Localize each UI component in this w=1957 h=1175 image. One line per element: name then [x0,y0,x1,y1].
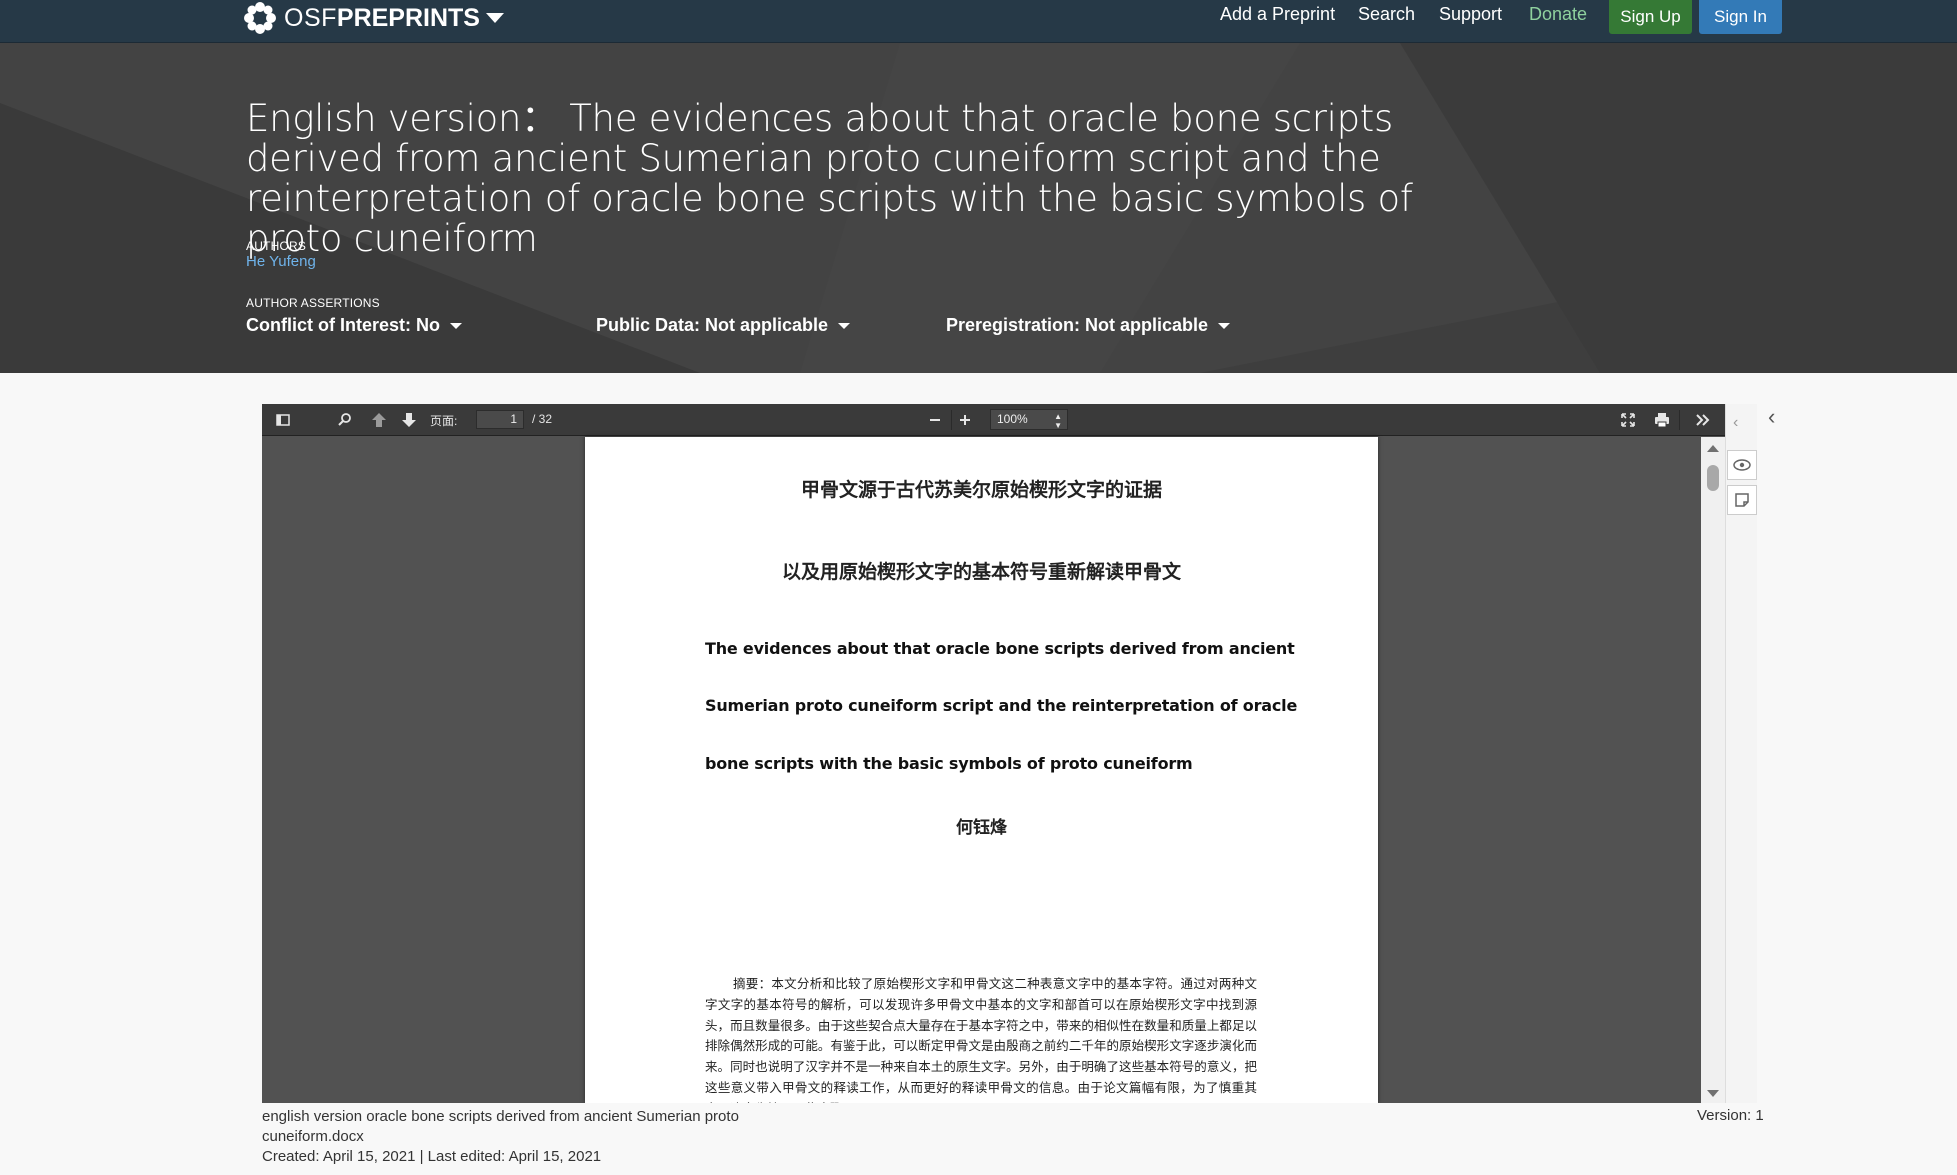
add-preprint-link[interactable]: Add a Preprint [1220,4,1335,25]
caret-down-icon [1218,322,1231,329]
file-dates: Created: April 15, 2021 | Last edited: A… [262,1148,602,1165]
page-number-input[interactable]: 1 [476,410,524,429]
previous-page-icon[interactable] [370,411,388,429]
pdf-viewer: 页面: 1 / 32 100% ▲▼ 甲骨文源于古代苏美尔原始楔形文字的证据 [262,404,1725,1103]
eye-icon [1733,459,1751,471]
english-title-line-1: The evidences about that oracle bone scr… [705,639,1295,658]
new-note-button[interactable] [1727,485,1757,515]
sign-in-button[interactable]: Sign In [1699,0,1782,34]
search-link[interactable]: Search [1358,4,1415,25]
tools-icon[interactable] [1694,411,1712,429]
chinese-title-line-1: 甲骨文源于古代苏美尔原始楔形文字的证据 [800,479,1162,501]
annotation-side-panel [1725,404,1757,1103]
preprint-title: English version： The evidences about tha… [246,97,1413,260]
scroll-up-arrow-icon[interactable] [1707,445,1719,452]
chinese-title-line-2: 以及用原始楔形文字的基本符号重新解读甲骨文 [781,561,1181,583]
preregistration-dropdown[interactable]: Preregistration: Not applicable [946,315,1231,336]
brand-dropdown-caret-icon[interactable] [486,13,504,23]
zoom-select[interactable]: 100% ▲ ▼ [990,409,1068,430]
caret-down-icon [450,322,462,329]
authors-label: AUTHORS [246,239,307,253]
select-arrows-icon: ▲ ▼ [1054,412,1062,430]
brand-osf-text: OSF [284,3,337,32]
preprint-header: English version： The evidences about tha… [0,43,1957,373]
donate-link[interactable]: Donate [1529,4,1587,25]
view-annotations-button[interactable] [1727,450,1757,480]
author-assertions-label: AUTHOR ASSERTIONS [246,296,380,310]
fullscreen-icon[interactable] [1619,411,1637,429]
vertical-scrollbar[interactable] [1701,437,1725,1103]
file-name-line-2: cuneiform.docx [262,1128,364,1145]
sign-up-button[interactable]: Sign Up [1609,0,1692,34]
caret-down-icon [838,322,851,329]
collapse-panel-chevron-icon[interactable]: ‹ [1768,404,1775,430]
toolbar-separator [951,410,952,430]
next-page-icon[interactable] [400,411,418,429]
file-info: english version oracle bone scripts deri… [262,1107,739,1167]
public-data-dropdown[interactable]: Public Data: Not applicable [596,315,851,336]
page-label: 页面: [430,414,458,428]
page-total: / 32 [532,412,553,426]
search-icon[interactable] [336,411,354,429]
chevron-left-icon[interactable]: ‹ [1733,414,1738,432]
sidebar-toggle-icon[interactable] [274,411,292,429]
conflict-of-interest-label: Conflict of Interest: No [246,315,440,335]
zoom-in-icon[interactable] [956,411,974,429]
english-title-line-2: Sumerian proto cuneiform script and the … [705,696,1298,715]
pdf-page: 甲骨文源于古代苏美尔原始楔形文字的证据 以及用原始楔形文字的基本符号重新解读甲骨… [585,437,1378,1103]
scroll-thumb[interactable] [1707,465,1719,491]
file-name-line-1: english version oracle bone scripts deri… [262,1108,739,1125]
author-link[interactable]: He Yufeng [246,253,316,270]
english-title-line-3: bone scripts with the basic symbols of p… [705,754,1193,773]
conflict-of-interest-dropdown[interactable]: Conflict of Interest: No [246,315,462,336]
version-label: Version: 1 [1697,1107,1764,1124]
top-navbar: OSF PREPRINTS Add a Preprint Search Supp… [0,0,1957,43]
osf-preprints-brand[interactable]: OSF PREPRINTS [242,0,504,36]
note-icon [1735,493,1749,507]
public-data-label: Public Data: Not applicable [596,315,829,335]
scroll-down-arrow-icon[interactable] [1707,1090,1719,1097]
brand-preprints-text: PREPRINTS [336,3,480,32]
abstract-paragraph: 摘要：本文分析和比较了原始楔形文字和甲骨文这二种表意文字中的基本字符。通过对两种… [705,976,1257,1103]
zoom-out-icon[interactable] [926,411,944,429]
print-icon[interactable] [1653,411,1671,429]
toolbar-separator [1679,410,1680,430]
zoom-value: 100% [997,412,1028,426]
preregistration-label: Preregistration: Not applicable [946,315,1209,335]
chinese-author: 何钰烽 [956,818,1007,838]
support-link[interactable]: Support [1439,4,1502,25]
pdf-toolbar: 页面: 1 / 32 100% ▲ ▼ [262,404,1725,436]
osf-logo-icon [244,2,276,34]
